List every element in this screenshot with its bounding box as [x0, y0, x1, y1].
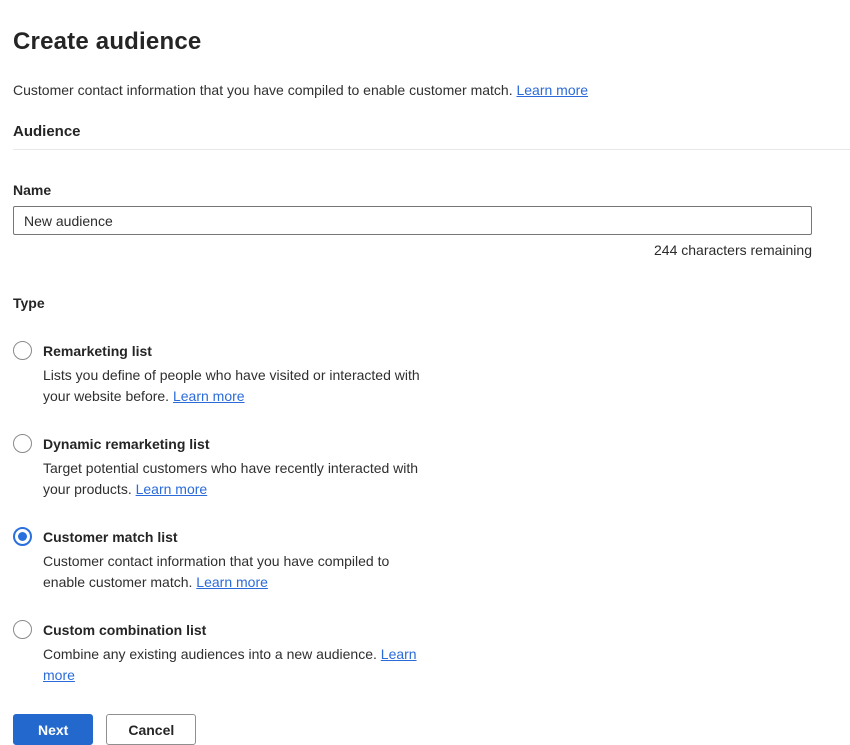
option-description-text: Combine any existing audiences into a ne… — [43, 646, 377, 662]
cancel-button[interactable]: Cancel — [106, 714, 196, 745]
option-customer-match-list: Customer match list Customer contact inf… — [13, 528, 850, 593]
option-label: Customer match list — [43, 528, 435, 546]
page-title: Create audience — [13, 27, 850, 57]
page-learn-more-link[interactable]: Learn more — [516, 82, 588, 98]
characters-remaining: 244 characters remaining — [13, 242, 812, 258]
option-text: Remarketing list Lists you define of peo… — [43, 342, 435, 407]
page-description: Customer contact information that you ha… — [13, 81, 850, 99]
option-description: Combine any existing audiences into a ne… — [43, 644, 435, 686]
name-label: Name — [13, 182, 850, 198]
option-label: Dynamic remarketing list — [43, 435, 435, 453]
option-dynamic-remarketing-list: Dynamic remarketing list Target potentia… — [13, 435, 850, 500]
section-divider — [13, 149, 850, 150]
option-description-text: Target potential customers who have rece… — [43, 460, 418, 497]
option-remarketing-list: Remarketing list Lists you define of peo… — [13, 342, 850, 407]
option-text: Custom combination list Combine any exis… — [43, 621, 435, 686]
option-label: Remarketing list — [43, 342, 435, 360]
type-options-group: Remarketing list Lists you define of peo… — [13, 342, 850, 686]
page-description-text: Customer contact information that you ha… — [13, 82, 513, 98]
audience-name-input[interactable] — [13, 206, 812, 235]
option-description: Lists you define of people who have visi… — [43, 365, 435, 407]
option-text: Customer match list Customer contact inf… — [43, 528, 435, 593]
action-buttons: Next Cancel — [13, 714, 850, 745]
option-learn-more-link[interactable]: Learn more — [136, 481, 208, 497]
option-custom-combination-list: Custom combination list Combine any exis… — [13, 621, 850, 686]
create-audience-page: Create audience Customer contact informa… — [0, 0, 850, 745]
option-learn-more-link[interactable]: Learn more — [173, 388, 245, 404]
option-description: Customer contact information that you ha… — [43, 551, 435, 593]
option-text: Dynamic remarketing list Target potentia… — [43, 435, 435, 500]
radio-button[interactable] — [13, 434, 32, 453]
option-label: Custom combination list — [43, 621, 435, 639]
option-learn-more-link[interactable]: Learn more — [196, 574, 268, 590]
radio-button[interactable] — [13, 620, 32, 639]
type-label: Type — [13, 295, 850, 311]
radio-button[interactable] — [13, 341, 32, 360]
next-button[interactable]: Next — [13, 714, 93, 745]
radio-button[interactable] — [13, 527, 32, 546]
audience-section-header: Audience — [13, 123, 850, 140]
option-description: Target potential customers who have rece… — [43, 458, 435, 500]
radio-dot — [18, 532, 27, 541]
